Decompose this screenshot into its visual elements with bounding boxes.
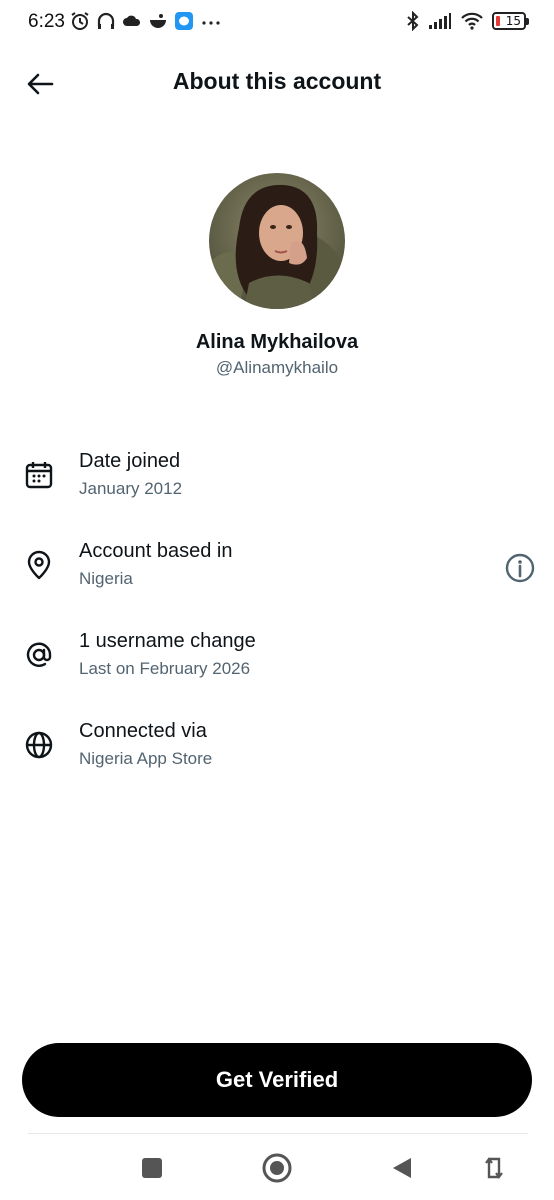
info-text: Connected via Nigeria App Store [79,718,212,770]
battery-indicator: 15 [492,12,529,30]
info-row-date-joined: Date joined January 2012 [0,448,554,528]
battery-level-fill [496,16,500,26]
globe-icon [25,731,53,759]
info-title: Account based in [79,540,233,562]
wifi-icon [461,12,483,30]
location-pin-icon [27,550,51,580]
bluetooth-icon [407,11,419,31]
bowl-icon [150,14,166,28]
status-time: 6:23 [28,11,65,32]
status-bar: 6:23 15 [0,0,554,46]
rotate-icon [485,1157,503,1179]
status-left-icons [70,11,222,31]
info-subtitle: Last on February 2026 [79,659,251,678]
calendar-icon [25,462,53,489]
divider [28,1133,528,1134]
info-row-connected-via: Connected via Nigeria App Store [0,718,554,798]
info-subtitle: Nigeria [79,569,133,588]
info-title: Date joined [79,450,181,472]
more-icon [202,21,220,25]
page-title: About this account [172,68,382,94]
info-text: Account based in Nigeria [79,538,232,590]
triangle-back-icon [393,1158,411,1178]
info-text: 1 username change Last on February 2026 [79,628,256,680]
signal-icon [429,13,451,29]
profile-name: Alina Mykhailova [195,331,359,353]
info-row-username-change: 1 username change Last on February 2026 [0,628,554,708]
info-subtitle: January 2012 [79,479,183,498]
home-circle-icon [262,1153,292,1183]
cloud-icon [123,15,141,26]
alarm-icon [71,12,89,30]
battery-nub [526,18,529,25]
chat-app-icon [175,12,193,30]
info-subtitle: Nigeria App Store [79,749,213,768]
home-button[interactable] [259,1150,295,1186]
at-sign-icon [26,642,52,667]
status-right-icons: 15 [406,11,529,31]
info-title: Connected via [79,720,207,742]
system-nav-bar [0,1140,554,1200]
headphones-icon [97,12,115,29]
avatar-image [209,173,345,309]
info-circle-icon[interactable] [504,552,536,584]
info-row-account-based-in: Account based in Nigeria [0,538,554,618]
profile-handle: @Alinamykhailo [215,358,339,377]
recents-button[interactable] [134,1150,170,1186]
info-title: 1 username change [79,630,256,652]
back-nav-button[interactable] [384,1150,420,1186]
square-icon [142,1158,162,1178]
info-text: Date joined January 2012 [79,448,182,500]
profile-avatar[interactable] [209,173,345,309]
battery-level-text: 15 [505,14,521,28]
get-verified-button[interactable]: Get Verified [22,1043,532,1117]
header: About this account [0,56,554,110]
rotate-button[interactable] [476,1150,512,1186]
